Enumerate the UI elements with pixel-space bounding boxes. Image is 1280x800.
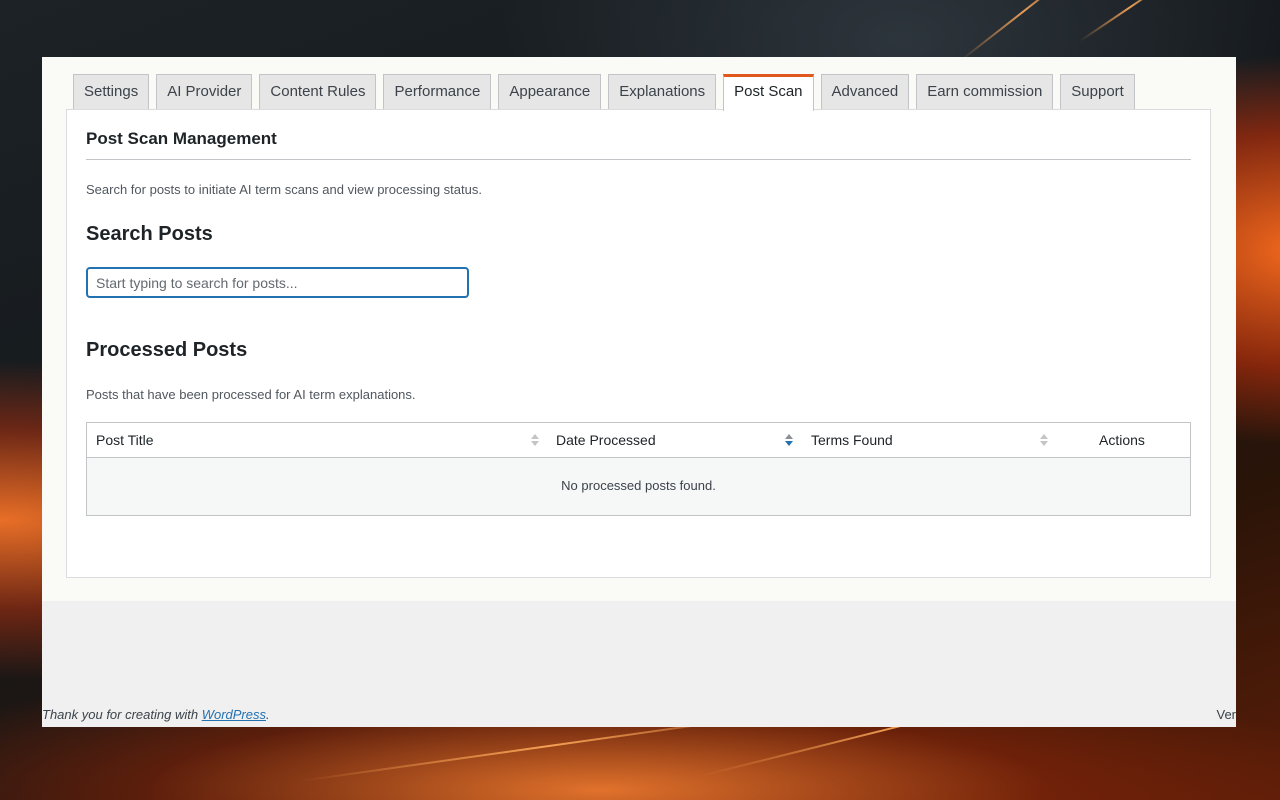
tab-earn-commission[interactable]: Earn commission [916, 74, 1054, 110]
wordpress-link[interactable]: WordPress [202, 707, 266, 722]
processed-posts-table: Post Title Date Processed Terms Found Ac… [86, 422, 1191, 516]
tab-bar: Settings AI Provider Content Rules Performa… [73, 74, 1142, 111]
background-streak [1079, 0, 1181, 42]
sort-descending-icon[interactable] [784, 434, 794, 448]
tab-settings[interactable]: Settings [73, 74, 150, 110]
tab-advanced[interactable]: Advanced [820, 74, 910, 110]
tab-ai-provider[interactable]: AI Provider [156, 74, 253, 110]
processed-heading: Processed Posts [86, 339, 248, 361]
sort-icon[interactable] [1039, 434, 1049, 448]
sort-icon[interactable] [530, 434, 540, 448]
tab-performance[interactable]: Performance [383, 74, 492, 110]
column-terms-found[interactable]: Terms Found [811, 423, 893, 458]
panel-title: Post Scan Management [86, 129, 277, 148]
column-actions: Actions [1099, 432, 1145, 448]
tab-explanations[interactable]: Explanations [608, 74, 717, 110]
post-search-input[interactable] [86, 267, 469, 298]
background-streak [959, 0, 1087, 62]
panel-description: Search for posts to initiate AI term sca… [86, 182, 482, 197]
tab-post-scan[interactable]: Post Scan [723, 74, 814, 111]
footer-text-suffix: . [266, 707, 270, 722]
footer-thankyou: Thank you for creating with WordPress. [42, 707, 270, 722]
tab-support[interactable]: Support [1060, 74, 1135, 110]
tab-appearance[interactable]: Appearance [498, 74, 602, 110]
column-date-processed[interactable]: Date Processed [556, 423, 656, 458]
settings-page: Settings AI Provider Content Rules Performa… [42, 57, 1236, 601]
search-heading: Search Posts [86, 223, 213, 245]
admin-window: Settings AI Provider Content Rules Performa… [42, 57, 1236, 727]
table-header: Post Title Date Processed Terms Found Ac… [87, 423, 1190, 458]
footer-version: Ver [1216, 707, 1236, 722]
post-scan-panel: Post Scan Management Search for posts to… [66, 109, 1211, 578]
table-body: No processed posts found. [87, 458, 1190, 515]
title-divider [86, 159, 1191, 160]
tab-content-rules[interactable]: Content Rules [259, 74, 377, 110]
processed-description: Posts that have been processed for AI te… [86, 387, 416, 402]
footer-text-prefix: Thank you for creating with [42, 707, 202, 722]
empty-state-message: No processed posts found. [561, 478, 716, 493]
column-post-title[interactable]: Post Title [96, 423, 154, 458]
